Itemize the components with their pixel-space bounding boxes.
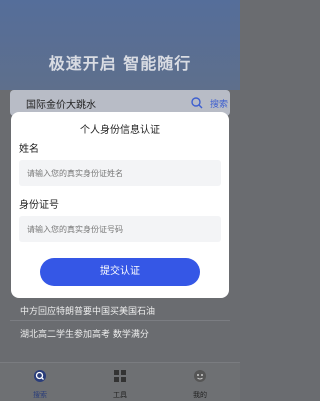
profile-icon	[194, 370, 206, 382]
bottom-tabbar: 搜索 工具 我的	[0, 362, 240, 401]
tab-tools[interactable]: 工具	[80, 363, 160, 401]
header-area: 极速开启 智能随行	[0, 0, 240, 90]
news-item[interactable]: 湖北高二学生参加高考 数学满分	[20, 327, 149, 340]
id-number-field[interactable]	[19, 216, 221, 242]
tab-label: 工具	[113, 391, 127, 399]
tab-profile[interactable]: 我的	[160, 363, 240, 401]
submit-verification-button[interactable]: 提交认证	[40, 258, 200, 286]
tools-grid-icon	[114, 370, 126, 382]
tab-label: 我的	[193, 391, 207, 399]
slogan-title: 极速开启 智能随行	[48, 54, 192, 73]
news-item[interactable]: 中方回应特朗普要中国买美国石油	[20, 304, 155, 317]
id-number-label: 身份证号	[19, 200, 59, 211]
tab-search[interactable]: 搜索	[0, 363, 80, 401]
name-field[interactable]	[19, 160, 221, 186]
tab-label: 搜索	[33, 391, 47, 399]
divider	[10, 320, 230, 321]
search-input[interactable]: 国际金价大跳水	[26, 96, 96, 111]
name-label: 姓名	[19, 144, 39, 155]
search-button[interactable]: 搜索	[210, 97, 228, 110]
search-icon	[34, 370, 46, 382]
search-icon[interactable]	[191, 97, 203, 109]
modal-title: 个人身份信息认证	[80, 125, 160, 136]
identity-verification-modal: 个人身份信息认证 姓名 身份证号 提交认证	[11, 112, 229, 298]
